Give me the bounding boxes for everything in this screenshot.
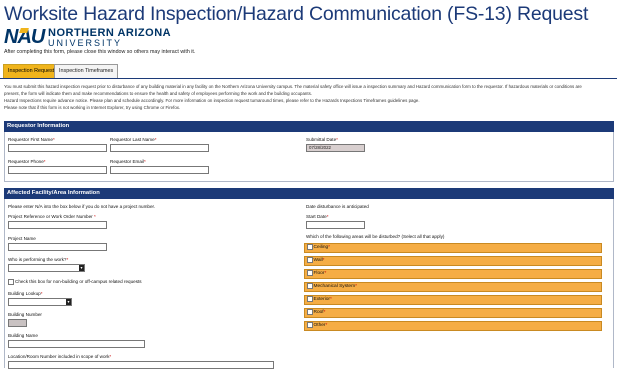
project-ref-input[interactable] <box>8 221 107 229</box>
roof-checkbox[interactable] <box>307 309 313 315</box>
mechanical-checkbox[interactable] <box>307 283 313 289</box>
first-name-label: Requestor First Name* <box>8 137 55 142</box>
other-checkbox[interactable] <box>307 322 313 328</box>
area-option-exterior[interactable]: Exterior* <box>304 295 602 305</box>
chevron-down-icon: ▼ <box>66 299 71 305</box>
first-name-input[interactable] <box>8 144 107 152</box>
email-label: Requestor Email* <box>110 159 146 164</box>
close-window-note: After completing this form, please close… <box>4 49 196 55</box>
location-label: Location/Room Number included in scope o… <box>8 354 112 359</box>
building-lookup-select[interactable]: ▼ <box>8 298 72 306</box>
phone-input[interactable] <box>8 166 107 174</box>
start-date-input[interactable] <box>306 221 365 229</box>
ceiling-checkbox[interactable] <box>307 244 313 250</box>
floor-checkbox[interactable] <box>307 270 313 276</box>
area-option-roof[interactable]: Roof* <box>304 308 602 318</box>
area-option-floor[interactable]: Floor* <box>304 269 602 279</box>
building-lookup-label: Building Lookup* <box>8 291 43 296</box>
wall-checkbox[interactable] <box>307 257 313 263</box>
tab-bar: Inspection Request Inspection Timeframes <box>0 64 617 79</box>
project-name-input[interactable] <box>8 243 107 251</box>
area-option-mechanical[interactable]: Mechanical System* <box>304 282 602 292</box>
who-performing-select[interactable]: ▼ <box>8 264 85 272</box>
na-note: Please enter N/A into the box below if y… <box>8 204 156 209</box>
last-name-label: Requestor Last Name* <box>110 137 157 142</box>
last-name-input[interactable] <box>110 144 209 152</box>
facility-section-header: Affected Facility/Area Information <box>4 188 614 199</box>
building-name-label: Building Name <box>8 333 38 338</box>
who-performing-label: Who is performing the work?* <box>8 257 69 262</box>
building-number-label: Building Number <box>8 312 42 317</box>
exterior-checkbox[interactable] <box>307 296 313 302</box>
submittal-date-input[interactable]: 07/28/2022 <box>306 144 365 152</box>
non-building-checkbox-row[interactable]: Check this box for non-building or off-c… <box>8 279 142 285</box>
email-input[interactable] <box>110 166 209 174</box>
area-option-wall[interactable]: Wall* <box>304 256 602 266</box>
date-disturbance-note: Date disturbance is anticipated <box>306 204 369 209</box>
area-option-ceiling[interactable]: Ceiling* <box>304 243 602 253</box>
requestor-section: Requestor First Name* Requestor Last Nam… <box>4 132 614 182</box>
tab-inspection-request[interactable]: Inspection Request <box>3 64 60 78</box>
areas-question: Which of the following areas will be dis… <box>306 234 445 239</box>
area-option-other[interactable]: Other* <box>304 321 602 331</box>
project-ref-label: Project Reference or Work Order Number * <box>8 214 96 219</box>
project-name-label: Project Name <box>8 236 36 241</box>
requestor-section-header: Requestor Information <box>4 121 614 132</box>
intro-line-2: present, the form will indicate them and… <box>4 91 313 96</box>
intro-line-3: Hazard Inspections require advance notic… <box>4 98 420 103</box>
intro-line-1: You must submit this hazard inspection r… <box>4 84 582 89</box>
page-title: Worksite Hazard Inspection/Hazard Commun… <box>4 3 589 25</box>
non-building-checkbox[interactable] <box>8 279 14 285</box>
building-number-input[interactable] <box>8 319 27 327</box>
chevron-down-icon: ▼ <box>79 265 84 271</box>
start-date-label: Start Date* <box>306 214 329 219</box>
intro-line-4: Please note that if this form is not wor… <box>4 105 181 110</box>
logo-text-line2: UNIVERSITY <box>48 38 123 48</box>
tab-inspection-timeframes[interactable]: Inspection Timeframes <box>54 64 119 78</box>
phone-label: Requestor Phone* <box>8 159 46 164</box>
submittal-date-label: Submittal Date* <box>306 137 338 142</box>
building-name-input[interactable] <box>8 340 145 348</box>
